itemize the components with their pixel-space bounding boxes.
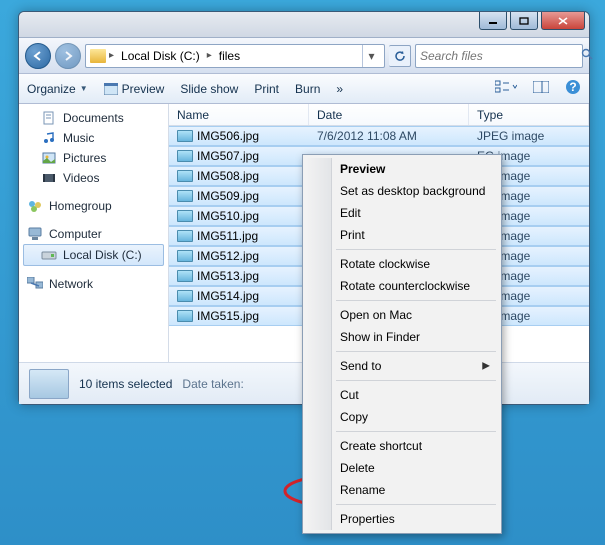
organize-menu[interactable]: Organize▼ bbox=[27, 82, 88, 96]
ctx-send-to[interactable]: Send to▶ bbox=[306, 355, 498, 377]
image-file-icon bbox=[177, 290, 193, 302]
ctx-rename[interactable]: Rename bbox=[306, 479, 498, 501]
submenu-arrow-icon: ▶ bbox=[482, 361, 490, 372]
documents-icon bbox=[41, 110, 57, 126]
column-name[interactable]: Name bbox=[169, 104, 309, 125]
sidebar-item-local-disk[interactable]: Local Disk (C:) bbox=[23, 244, 164, 266]
ctx-delete[interactable]: Delete bbox=[306, 457, 498, 479]
refresh-button[interactable] bbox=[389, 45, 411, 67]
minimize-button[interactable] bbox=[479, 12, 507, 30]
window-controls bbox=[475, 12, 589, 30]
navigation-pane[interactable]: Documents Music Pictures Videos Homegrou… bbox=[19, 104, 169, 362]
ctx-rotate-cw[interactable]: Rotate clockwise bbox=[306, 253, 498, 275]
drive-icon bbox=[41, 247, 57, 263]
chevron-right-icon: ▸ bbox=[109, 50, 114, 61]
preview-button[interactable]: Preview bbox=[104, 82, 165, 96]
column-type[interactable]: Type bbox=[469, 104, 589, 125]
ctx-show-in-finder[interactable]: Show in Finder bbox=[306, 326, 498, 348]
context-menu: Preview Set as desktop background Edit P… bbox=[302, 154, 502, 534]
sidebar-item-videos[interactable]: Videos bbox=[19, 168, 168, 188]
search-input[interactable] bbox=[420, 49, 577, 63]
sidebar-item-homegroup[interactable]: Homegroup bbox=[19, 196, 168, 216]
ctx-rotate-ccw[interactable]: Rotate counterclockwise bbox=[306, 275, 498, 297]
close-button[interactable] bbox=[541, 12, 585, 30]
status-selection-count: 10 items selected bbox=[79, 377, 172, 391]
image-file-icon bbox=[177, 190, 193, 202]
ctx-cut[interactable]: Cut bbox=[306, 384, 498, 406]
music-icon bbox=[41, 130, 57, 146]
sidebar-item-pictures[interactable]: Pictures bbox=[19, 148, 168, 168]
image-file-icon bbox=[177, 230, 193, 242]
image-file-icon bbox=[177, 270, 193, 282]
search-icon bbox=[581, 48, 593, 63]
sidebar-item-documents[interactable]: Documents bbox=[19, 108, 168, 128]
chevron-right-icon: ▸ bbox=[207, 50, 212, 61]
svg-text:?: ? bbox=[569, 80, 576, 94]
sidebar-item-computer[interactable]: Computer bbox=[19, 224, 168, 244]
videos-icon bbox=[41, 170, 57, 186]
file-name: IMG512.jpg bbox=[197, 249, 259, 263]
ctx-edit[interactable]: Edit bbox=[306, 202, 498, 224]
ctx-print[interactable]: Print bbox=[306, 224, 498, 246]
breadcrumb-seg-drive[interactable]: Local Disk (C:) bbox=[117, 49, 204, 63]
breadcrumb-dropdown[interactable]: ▾ bbox=[362, 45, 380, 67]
ctx-properties[interactable]: Properties bbox=[306, 508, 498, 530]
ctx-copy[interactable]: Copy bbox=[306, 406, 498, 428]
file-name: IMG506.jpg bbox=[197, 129, 259, 143]
column-date[interactable]: Date bbox=[309, 104, 469, 125]
maximize-button[interactable] bbox=[510, 12, 538, 30]
file-name: IMG509.jpg bbox=[197, 189, 259, 203]
image-file-icon bbox=[177, 210, 193, 222]
ctx-open-on-mac[interactable]: Open on Mac bbox=[306, 304, 498, 326]
back-button[interactable] bbox=[25, 43, 51, 69]
image-file-icon bbox=[177, 150, 193, 162]
computer-icon bbox=[27, 226, 43, 242]
status-date-taken-label: Date taken: bbox=[182, 377, 243, 391]
slideshow-button[interactable]: Slide show bbox=[180, 82, 238, 96]
image-file-icon bbox=[177, 130, 193, 142]
toolbar-overflow[interactable]: » bbox=[336, 82, 343, 96]
image-file-icon bbox=[177, 310, 193, 322]
breadcrumb[interactable]: ▸ Local Disk (C:) ▸ files ▾ bbox=[85, 44, 385, 68]
nav-bar: ▸ Local Disk (C:) ▸ files ▾ bbox=[19, 38, 589, 74]
column-headers: Name Date Type bbox=[169, 104, 589, 126]
print-button[interactable]: Print bbox=[254, 82, 279, 96]
image-file-icon bbox=[177, 170, 193, 182]
file-name: IMG513.jpg bbox=[197, 269, 259, 283]
image-file-icon bbox=[177, 250, 193, 262]
pictures-icon bbox=[41, 150, 57, 166]
file-name: IMG511.jpg bbox=[197, 229, 258, 243]
preview-pane-button[interactable] bbox=[533, 81, 549, 96]
file-name: IMG508.jpg bbox=[197, 169, 259, 183]
file-name: IMG507.jpg bbox=[197, 149, 259, 163]
view-options-button[interactable] bbox=[495, 80, 517, 97]
toolbar: Organize▼ Preview Slide show Print Burn … bbox=[19, 74, 589, 104]
sidebar-item-music[interactable]: Music bbox=[19, 128, 168, 148]
network-icon bbox=[27, 276, 43, 292]
folder-icon bbox=[90, 49, 106, 63]
forward-button[interactable] bbox=[55, 43, 81, 69]
breadcrumb-seg-folder[interactable]: files bbox=[215, 49, 244, 63]
homegroup-icon bbox=[27, 198, 43, 214]
burn-button[interactable]: Burn bbox=[295, 82, 320, 96]
ctx-preview[interactable]: Preview bbox=[306, 158, 498, 180]
search-box[interactable] bbox=[415, 44, 583, 68]
file-date: 7/6/2012 11:08 AM bbox=[309, 129, 469, 143]
file-row[interactable]: IMG506.jpg 7/6/2012 11:08 AMJPEG image bbox=[169, 126, 589, 146]
status-thumbnail bbox=[29, 369, 69, 399]
file-type: JPEG image bbox=[469, 129, 589, 143]
ctx-set-desktop-bg[interactable]: Set as desktop background bbox=[306, 180, 498, 202]
help-button[interactable]: ? bbox=[565, 79, 581, 98]
sidebar-item-network[interactable]: Network bbox=[19, 274, 168, 294]
file-name: IMG510.jpg bbox=[197, 209, 259, 223]
file-name: IMG514.jpg bbox=[197, 289, 259, 303]
titlebar bbox=[19, 12, 589, 38]
file-name: IMG515.jpg bbox=[197, 309, 259, 323]
ctx-create-shortcut[interactable]: Create shortcut bbox=[306, 435, 498, 457]
